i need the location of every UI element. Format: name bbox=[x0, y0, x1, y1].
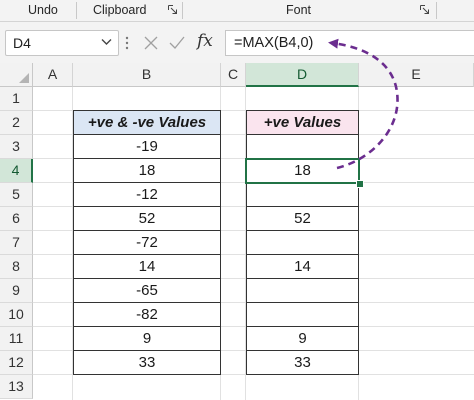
cell-d7[interactable] bbox=[246, 231, 359, 255]
row-header-7[interactable]: 7 bbox=[0, 231, 33, 255]
row-header-11[interactable]: 11 bbox=[0, 327, 33, 351]
ribbon-separator bbox=[76, 2, 77, 19]
cell-d6[interactable]: 52 bbox=[246, 207, 359, 231]
cell-d3[interactable] bbox=[246, 135, 359, 159]
cell-d12[interactable]: 33 bbox=[246, 351, 359, 375]
row-header-9[interactable]: 9 bbox=[0, 279, 33, 303]
ribbon-separator bbox=[436, 2, 437, 19]
ribbon-group-undo[interactable]: Undo bbox=[28, 3, 58, 17]
formula-text: =MAX(B4,0) bbox=[234, 35, 314, 51]
cell-b12[interactable]: 33 bbox=[73, 351, 221, 375]
row-header-4[interactable]: 4 bbox=[0, 159, 33, 183]
cell-d5[interactable] bbox=[246, 183, 359, 207]
row-header-13[interactable]: 13 bbox=[0, 375, 33, 399]
formula-buttons: fx bbox=[138, 30, 222, 56]
cell-b9[interactable]: -65 bbox=[73, 279, 221, 303]
column-header-b[interactable]: B bbox=[73, 63, 221, 87]
name-box-value: D4 bbox=[13, 35, 31, 51]
cell-d2-header[interactable]: +ve Values bbox=[246, 110, 359, 135]
chevron-down-icon[interactable] bbox=[101, 38, 112, 46]
cell-b8[interactable]: 14 bbox=[73, 255, 221, 279]
row-header-8[interactable]: 8 bbox=[0, 255, 33, 279]
font-dialog-launcher-icon[interactable] bbox=[420, 5, 429, 14]
insert-function-button[interactable]: fx bbox=[197, 31, 213, 51]
ribbon-group-labels: Undo Clipboard Font bbox=[0, 0, 474, 22]
cell-d4[interactable]: 18 bbox=[246, 159, 359, 183]
check-icon[interactable] bbox=[169, 36, 185, 50]
cell-b4[interactable]: 18 bbox=[73, 159, 221, 183]
cell-d10[interactable] bbox=[246, 303, 359, 327]
cell-b7[interactable]: -72 bbox=[73, 231, 221, 255]
formula-input[interactable]: =MAX(B4,0) bbox=[225, 30, 474, 56]
column-header-a[interactable]: A bbox=[33, 63, 73, 87]
clipboard-dialog-launcher-icon[interactable] bbox=[168, 5, 177, 14]
cell-b2-header[interactable]: +ve & -ve Values bbox=[73, 110, 221, 135]
ribbon-separator bbox=[182, 2, 183, 19]
cell-b11[interactable]: 9 bbox=[73, 327, 221, 351]
fill-handle[interactable] bbox=[356, 180, 364, 188]
cell-b5[interactable]: -12 bbox=[73, 183, 221, 207]
cell-b6[interactable]: 52 bbox=[73, 207, 221, 231]
row-header-10[interactable]: 10 bbox=[0, 303, 33, 327]
row-header-1[interactable]: 1 bbox=[0, 87, 33, 111]
row-header-5[interactable]: 5 bbox=[0, 183, 33, 207]
vertical-dots-icon[interactable] bbox=[125, 36, 129, 50]
column-header-d[interactable]: D bbox=[246, 63, 359, 87]
formula-bar: D4 fx =MAX(B4,0) bbox=[0, 22, 474, 63]
cell-b10[interactable]: -82 bbox=[73, 303, 221, 327]
name-box[interactable]: D4 bbox=[5, 30, 119, 56]
row-header-2[interactable]: 2 bbox=[0, 111, 33, 135]
cell-d9[interactable] bbox=[246, 279, 359, 303]
cell-b3[interactable]: -19 bbox=[73, 135, 221, 159]
cancel-icon[interactable] bbox=[144, 36, 158, 50]
row-header-6[interactable]: 6 bbox=[0, 207, 33, 231]
column-header-e[interactable]: E bbox=[359, 63, 474, 87]
cell-d8[interactable]: 14 bbox=[246, 255, 359, 279]
ribbon-group-clipboard[interactable]: Clipboard bbox=[93, 3, 147, 17]
ribbon-group-font[interactable]: Font bbox=[286, 3, 311, 17]
row-header-12[interactable]: 12 bbox=[0, 351, 33, 375]
worksheet-grid[interactable]: A B C D E 1 2 3 4 5 6 7 8 9 10 11 12 13 … bbox=[0, 63, 474, 400]
column-header-c[interactable]: C bbox=[221, 63, 246, 87]
select-all-corner[interactable] bbox=[0, 63, 33, 87]
cell-d11[interactable]: 9 bbox=[246, 327, 359, 351]
row-header-3[interactable]: 3 bbox=[0, 135, 33, 159]
